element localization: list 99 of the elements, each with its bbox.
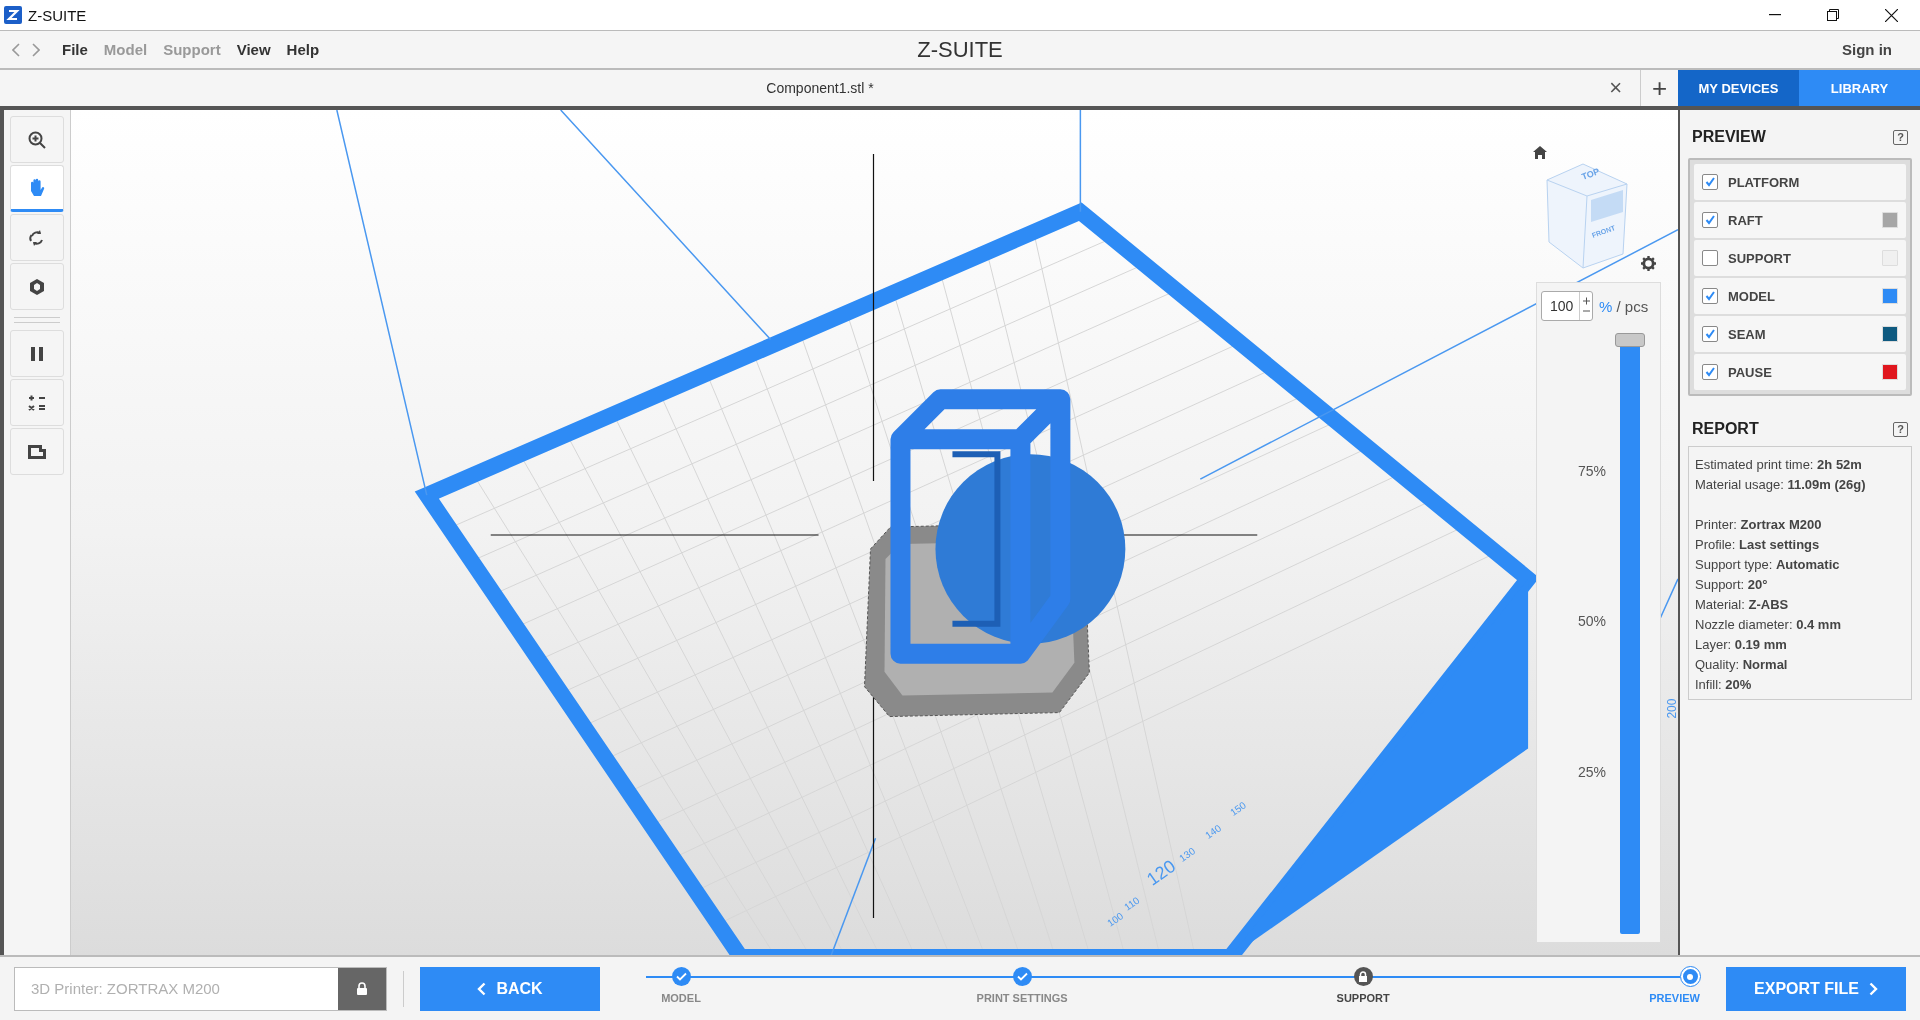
ruler-label: 130 — [1177, 845, 1198, 864]
report-line: Material usage: 11.09m (26g) — [1695, 476, 1867, 494]
check-icon — [1705, 367, 1715, 377]
preview-label: RAFT — [1728, 212, 1764, 228]
tool-button[interactable] — [10, 116, 64, 163]
app-logo-icon — [4, 6, 22, 24]
settings-icon[interactable] — [1641, 256, 1656, 271]
close-icon — [1884, 8, 1898, 22]
section-title: PREVIEW — [1692, 128, 1766, 146]
preview-label: PAUSE — [1728, 364, 1773, 380]
step-marker[interactable] — [671, 967, 691, 986]
preview-label: SUPPORT — [1728, 250, 1792, 266]
dot-icon — [1687, 973, 1694, 980]
ruler-label: 110 — [1122, 894, 1142, 913]
check-icon — [675, 972, 687, 981]
chevron-right-icon — [1868, 981, 1878, 996]
step-label: SUPPORT — [1336, 992, 1390, 1004]
menu-item[interactable]: File — [54, 37, 96, 62]
ruler-label: 100 — [1105, 910, 1126, 929]
tool-button[interactable] — [10, 330, 64, 377]
step-marker[interactable] — [1353, 967, 1373, 986]
preview-label: SEAM — [1728, 326, 1767, 342]
report-line: Quality: Normal — [1695, 656, 1789, 674]
preview-item[interactable]: PAUSE — [1694, 354, 1906, 390]
report-line: Printer: Zortrax M200 — [1695, 516, 1823, 534]
zoom-in-icon — [28, 130, 46, 149]
slider-thumb[interactable] — [1615, 333, 1645, 347]
menu-item[interactable]: Help — [278, 37, 328, 62]
sign-in-link[interactable]: Sign in — [1836, 40, 1898, 59]
tool-button[interactable] — [10, 263, 64, 310]
check-icon — [1705, 329, 1715, 339]
chevron-left-icon — [477, 981, 487, 996]
step-label: PRINT SETTINGS — [976, 992, 1068, 1004]
preview-item[interactable]: SUPPORT — [1694, 240, 1906, 276]
calculator-icon — [28, 393, 46, 412]
slider-tick-label: 25% — [1577, 763, 1606, 780]
lock-button[interactable] — [338, 967, 386, 1010]
panel-tab[interactable]: MY DEVICES — [1678, 70, 1799, 106]
report-line: Material: Z-ABS — [1695, 596, 1790, 614]
check-icon — [1705, 215, 1715, 225]
layer-percent-field[interactable]: 100 — [1541, 291, 1593, 321]
check-icon — [1016, 972, 1028, 981]
tool-button[interactable] — [10, 379, 64, 426]
ruler-label: 120 — [1143, 855, 1180, 890]
window-title: Z-SUITE — [28, 6, 87, 24]
pieces-unit-toggle[interactable]: / pcs — [1616, 297, 1649, 315]
chevron-left-icon — [12, 42, 20, 57]
spinner-icon[interactable] — [1579, 292, 1592, 320]
report-line: Support: 20° — [1695, 576, 1769, 594]
ruler-label: 150 — [1228, 799, 1249, 818]
tool-button[interactable] — [10, 428, 64, 475]
pause-icon — [30, 345, 44, 362]
file-tab[interactable]: Component1.stl * × — [0, 70, 1640, 106]
check-icon — [1705, 291, 1715, 301]
chevron-right-icon — [32, 42, 40, 57]
report-line: Nozzle diameter: 0.4 mm — [1695, 616, 1842, 634]
preview-label: MODEL — [1728, 288, 1776, 304]
hand-icon — [28, 177, 46, 198]
checkbox[interactable] — [1702, 250, 1718, 266]
report-line: Support type: Automatic — [1695, 556, 1841, 574]
slider-tick-label: 75% — [1577, 463, 1606, 480]
checkbox[interactable] — [1702, 364, 1718, 380]
step-marker[interactable] — [1680, 967, 1700, 986]
restore-icon — [1827, 9, 1839, 21]
preview-item[interactable]: MODEL — [1694, 278, 1906, 314]
checkbox[interactable] — [1702, 288, 1718, 304]
home-icon[interactable] — [1533, 146, 1547, 159]
checkbox[interactable] — [1702, 326, 1718, 342]
step-label: PREVIEW — [1649, 992, 1700, 1004]
step-label: MODEL — [661, 992, 701, 1004]
help-button[interactable]: ? — [1893, 129, 1908, 145]
layer-slider[interactable] — [1615, 333, 1645, 934]
report-line: Layer: 0.19 mm — [1695, 636, 1788, 654]
preview-item[interactable]: RAFT — [1694, 202, 1906, 238]
slider-tick-label: 50% — [1577, 613, 1606, 630]
section-title: REPORT — [1692, 420, 1759, 438]
report-line: Profile: Last settings — [1695, 536, 1821, 554]
rotate-icon — [28, 228, 46, 247]
menu-item[interactable]: View — [228, 37, 279, 62]
ruler-label: 140 — [1203, 822, 1224, 841]
preview-item[interactable]: PLATFORM — [1694, 164, 1906, 200]
lock-icon — [1358, 971, 1369, 982]
help-button[interactable]: ? — [1893, 421, 1908, 437]
report-line: Estimated print time: 2h 52m — [1695, 456, 1863, 474]
preview-item[interactable]: SEAM — [1694, 316, 1906, 352]
checkbox[interactable] — [1702, 212, 1718, 228]
report-line: Infill: 20% — [1695, 676, 1753, 694]
frame-icon — [27, 443, 47, 460]
check-icon — [1705, 177, 1715, 187]
lock-icon — [356, 982, 368, 995]
preview-label: PLATFORM — [1728, 174, 1801, 190]
close-tab-button[interactable]: × — [1605, 75, 1626, 101]
step-marker[interactable] — [1012, 967, 1032, 986]
cube-icon — [28, 277, 46, 296]
ruler-label: 200 — [1665, 698, 1678, 719]
app-logo: Z-SUITE — [917, 36, 1003, 63]
printer-field[interactable]: 3D Printer: ZORTRAX M200 — [14, 966, 387, 1011]
checkbox[interactable] — [1702, 174, 1718, 190]
minimize-icon — [1769, 14, 1781, 16]
